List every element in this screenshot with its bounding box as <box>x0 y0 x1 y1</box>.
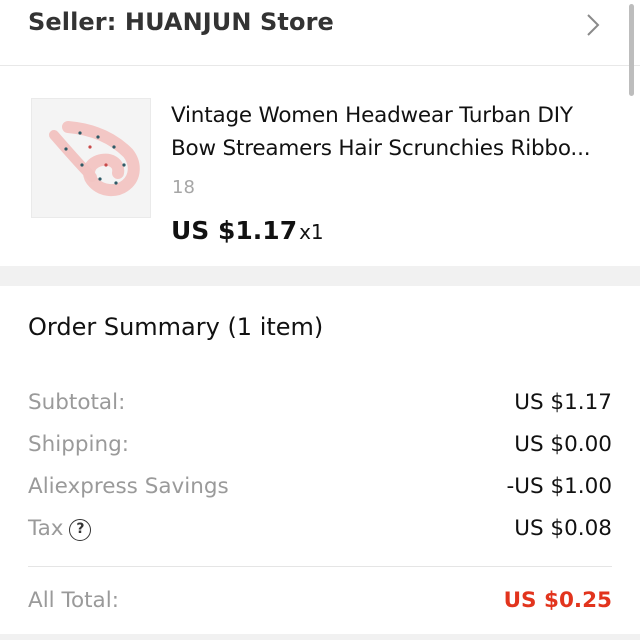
product-sku: 18 <box>172 177 195 198</box>
bottom-separator <box>0 634 640 640</box>
product-title-line-2: Bow Streamers Hair Scrunchies Ribbo... <box>171 136 591 161</box>
total-label: All Total: <box>28 588 119 613</box>
product-title-line-1: Vintage Women Headwear Turban DIY <box>171 103 573 128</box>
summary-divider <box>28 566 612 567</box>
help-icon[interactable]: ? <box>69 519 92 541</box>
tax-label-wrap: Tax? <box>28 516 92 541</box>
seller-name: Seller: HUANJUN Store <box>28 8 334 36</box>
seller-row[interactable]: Seller: HUANJUN Store <box>0 0 640 66</box>
shipping-label: Shipping: <box>28 432 130 457</box>
subtotal-value: US $1.17 <box>514 390 612 415</box>
product-quantity: x1 <box>299 220 324 244</box>
tax-label: Tax <box>28 516 64 541</box>
tax-row: Tax? US $0.08 <box>28 516 612 546</box>
section-separator <box>0 266 640 286</box>
subtotal-row: Subtotal: US $1.17 <box>28 390 612 420</box>
savings-label: Aliexpress Savings <box>28 474 229 499</box>
subtotal-label: Subtotal: <box>28 390 126 415</box>
product-price: US $1.17 <box>171 216 298 245</box>
product-title[interactable]: Vintage Women Headwear Turban DIY Bow St… <box>171 99 621 165</box>
savings-row: Aliexpress Savings -US $1.00 <box>28 474 612 504</box>
price-row: US $1.17 x1 <box>171 216 324 250</box>
tax-value: US $0.08 <box>514 516 612 541</box>
product-item[interactable]: Vintage Women Headwear Turban DIY Bow St… <box>0 67 640 266</box>
chevron-right-icon[interactable] <box>584 12 602 38</box>
product-thumbnail[interactable] <box>31 98 151 218</box>
shipping-row: Shipping: US $0.00 <box>28 432 612 462</box>
total-value: US $0.25 <box>503 588 612 613</box>
total-row: All Total: US $0.25 <box>28 588 612 618</box>
savings-value: -US $1.00 <box>506 474 612 499</box>
order-summary-title: Order Summary (1 item) <box>28 313 324 341</box>
shipping-value: US $0.00 <box>514 432 612 457</box>
